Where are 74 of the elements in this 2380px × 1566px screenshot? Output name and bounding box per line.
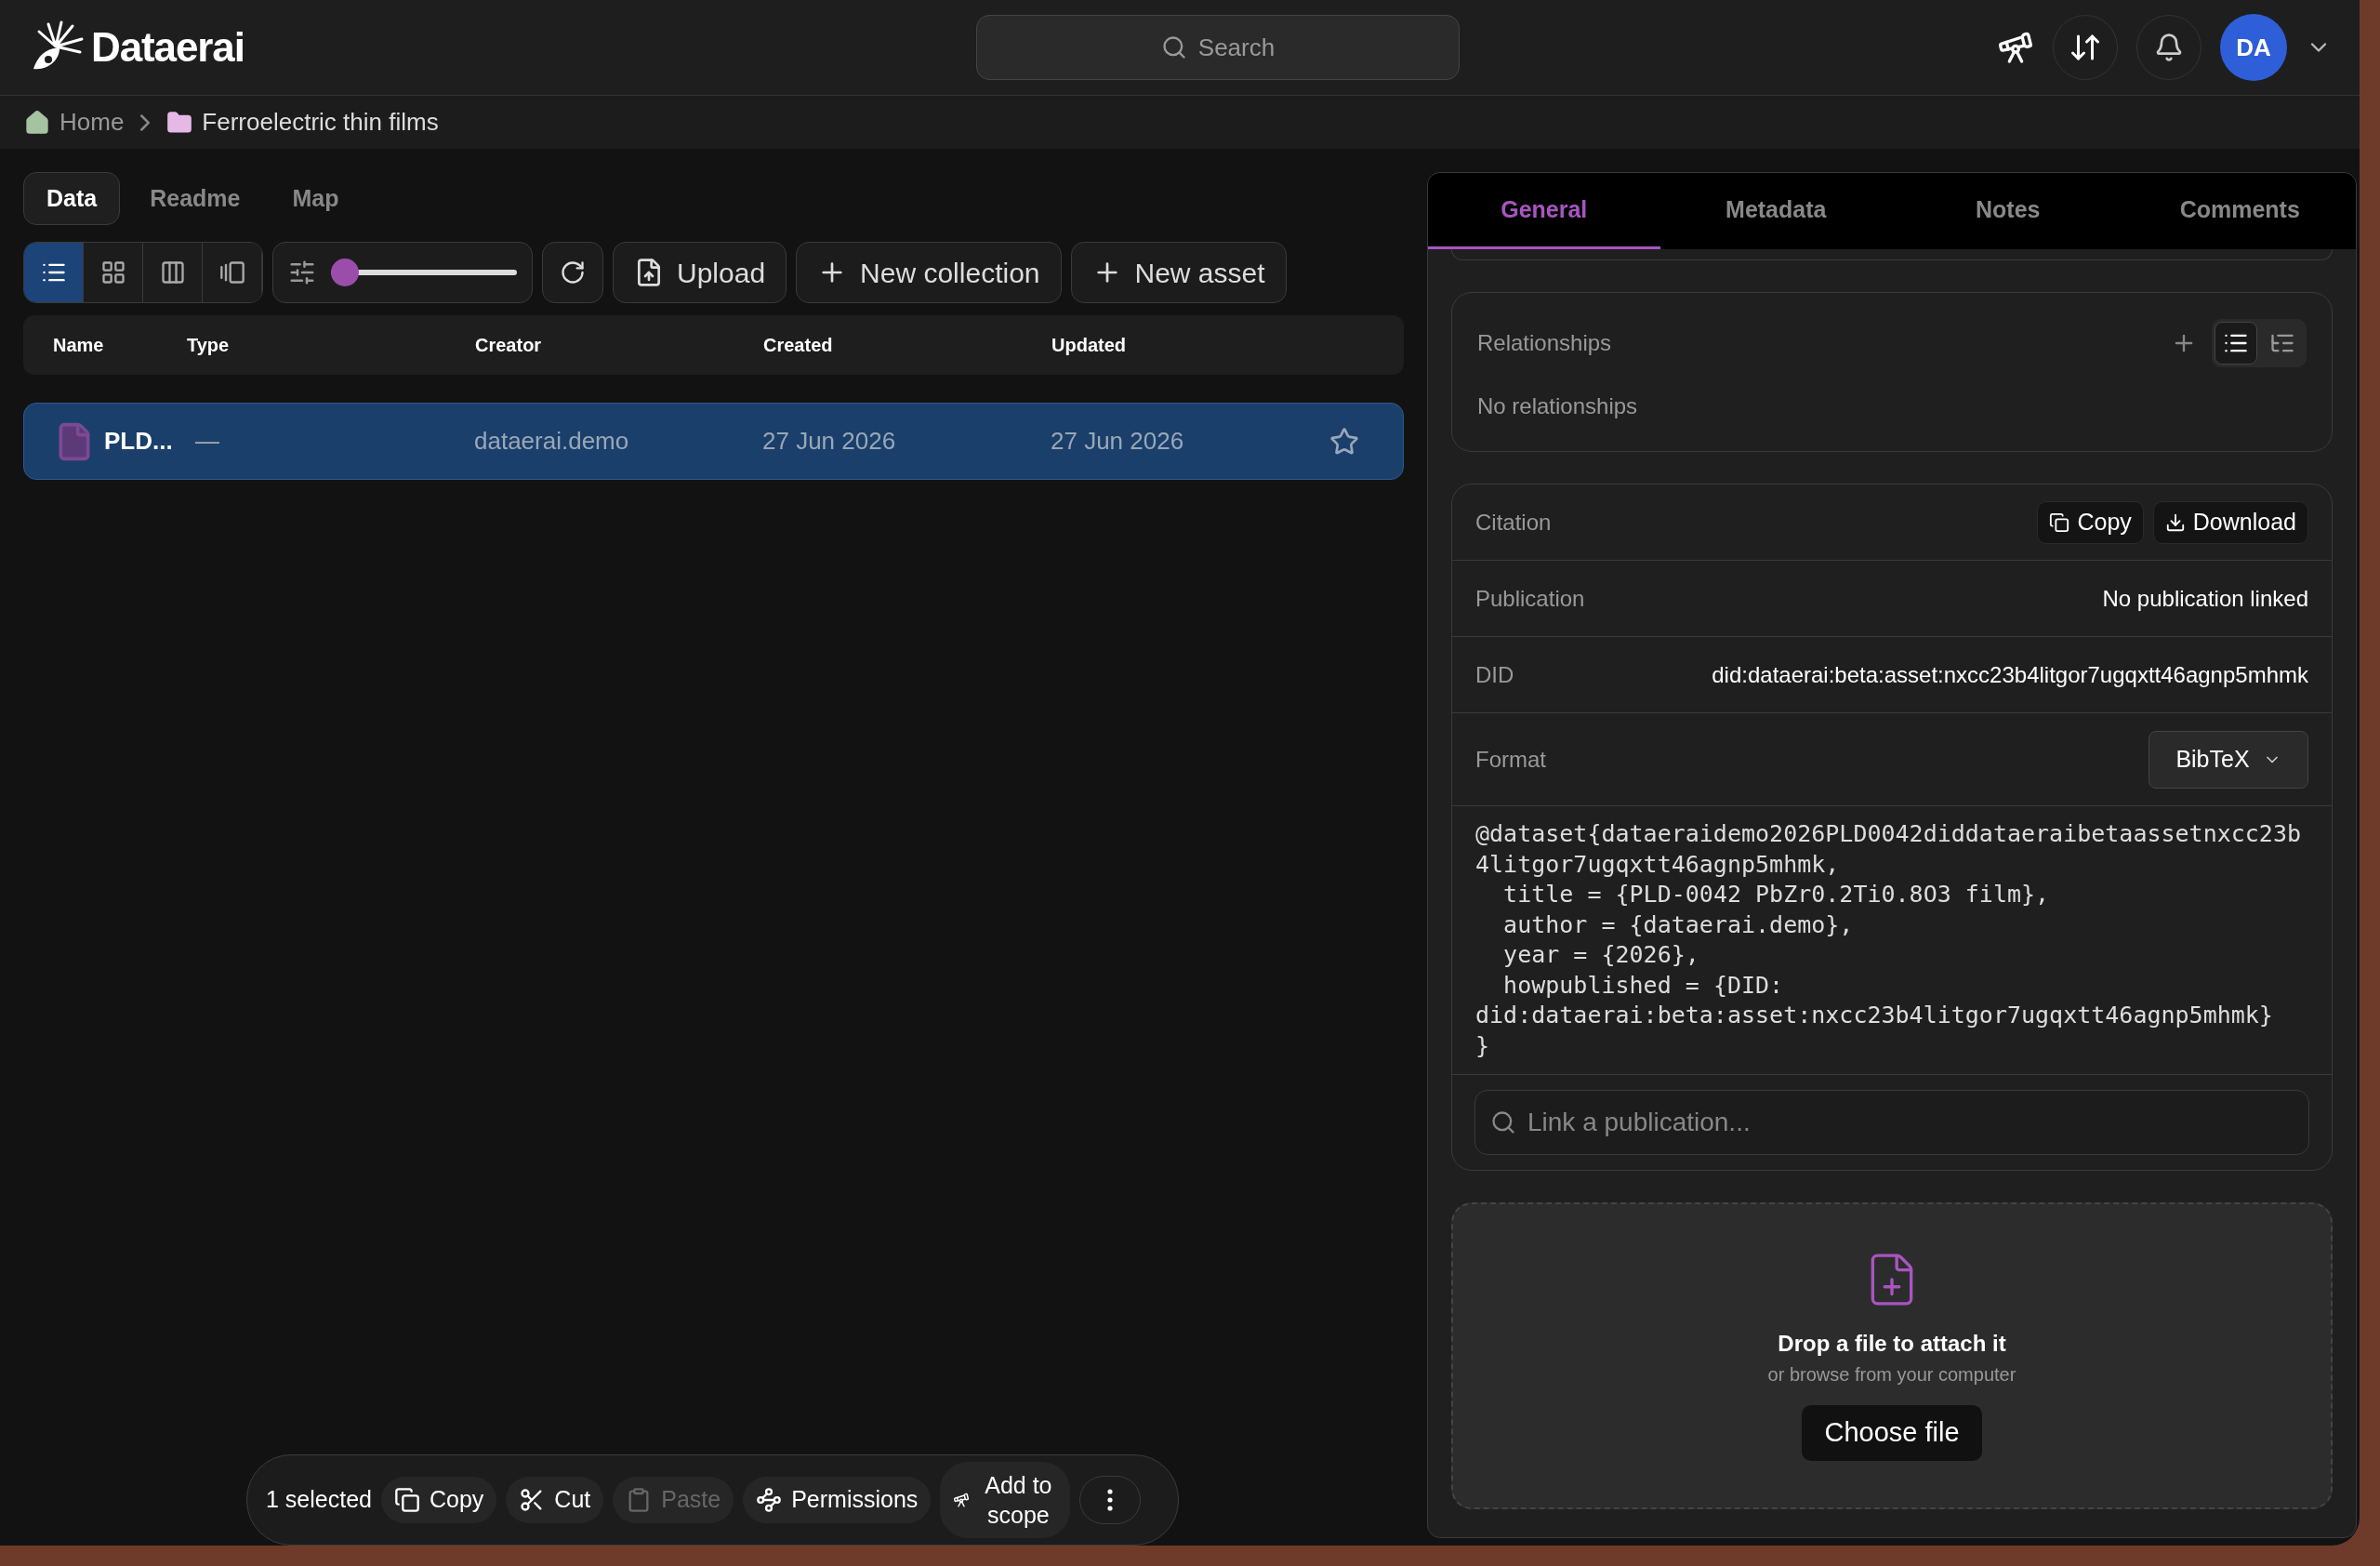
column-header[interactable]: Created (763, 331, 1051, 359)
columns-icon (159, 259, 186, 285)
action-button[interactable]: Permissions (743, 1477, 932, 1523)
gallery-view-button[interactable] (203, 243, 262, 302)
section-title: Relationships (1477, 329, 1612, 357)
bell-icon (2154, 33, 2184, 62)
home-icon (24, 109, 50, 136)
chevron-right-icon (140, 113, 151, 131)
toolbar-button[interactable]: Upload (613, 242, 787, 303)
citation-action-button[interactable]: Copy (2037, 500, 2144, 544)
size-slider[interactable] (331, 259, 517, 286)
telescope-icon (953, 1492, 971, 1508)
column-header[interactable]: Name (23, 331, 187, 359)
view-tab[interactable]: Data (23, 172, 121, 225)
app-logo: Dataerai (91, 23, 245, 72)
bibtex-code: @dataset{dataeraidemo2026PLD0042diddataeraibetaassetnxcc23b4litgor7ugqxtt46agnp5mhmk, title = {PLD-0042 PbZr0.2Ti0.8O3 film}, author = {dataerai.demo}, year = {2026}, howpublished = {DID: did:dataerai:beta:asset:nxcc23b4litgor7ugqxtt46agnp5mhmk} } (1452, 806, 2332, 1075)
gallery-icon (218, 259, 245, 285)
empty-message: No relationships (1477, 392, 1639, 420)
asset-name: PLD... (104, 426, 173, 457)
column-header[interactable]: Type (187, 331, 475, 359)
table-cell-text: 27 Jun 2026 (762, 426, 897, 457)
refresh-button[interactable] (542, 242, 603, 303)
search-icon (1490, 1109, 1516, 1135)
copy-icon (2049, 511, 2070, 533)
table-cell-text: — (195, 426, 220, 457)
sliders-icon (288, 259, 316, 286)
table-cell-text: 27 Jun 2026 (1051, 426, 1185, 457)
action-button[interactable]: Copy (380, 1477, 497, 1523)
list-view-button[interactable] (2215, 322, 2257, 365)
field-value: No publication linked (2102, 584, 2308, 613)
table-row[interactable]: PLD... — dataerai.demo 27 Jun 2026 27 Jun 2026 (23, 403, 1404, 480)
action-button[interactable]: Add to scope (940, 1462, 1071, 1538)
search-field[interactable]: Search (976, 15, 1460, 80)
download-icon (2164, 511, 2186, 533)
search-icon (1160, 34, 1187, 60)
view-tab[interactable]: Map (270, 172, 362, 225)
toolbar-button[interactable]: New collection (796, 242, 1062, 303)
action-button[interactable]: Cut (506, 1477, 604, 1523)
file-dropzone[interactable]: Drop a file to attach it or browse from your computer Choose file (1451, 1202, 2333, 1509)
column-header[interactable]: Creator (475, 331, 763, 359)
dropzone-subtitle: or browse from your computer (1767, 1363, 2016, 1387)
detail-tab[interactable]: Comments (2123, 173, 2356, 249)
field-value: did:dataerai:beta:asset:nxcc23b4litgor7ugqxtt46agnp5mhmk (1712, 660, 2308, 689)
selection-count: 1 selected (266, 1485, 372, 1515)
grid-view-button[interactable] (84, 243, 143, 302)
citation-action-button[interactable]: Download (2152, 500, 2308, 544)
more-icon (1107, 1489, 1114, 1511)
user-avatar[interactable]: DA (2220, 14, 2287, 81)
list-view-button[interactable] (24, 243, 84, 302)
star-icon[interactable] (1329, 426, 1359, 457)
folder-icon (166, 109, 193, 136)
link-publication-field[interactable]: Link a publication... (1474, 1090, 2309, 1155)
network-icon (756, 1487, 783, 1513)
section-title: Citation (1475, 508, 1552, 537)
choose-file-button[interactable]: Choose file (1802, 1405, 1982, 1461)
column-header[interactable]: Updated (1051, 331, 1330, 359)
copy-icon (393, 1487, 420, 1513)
refresh-icon (560, 259, 586, 285)
view-tab[interactable]: Readme (127, 172, 263, 225)
dropzone-title: Drop a file to attach it (1778, 1330, 2006, 1358)
detail-tab[interactable]: Metadata (1659, 173, 1892, 249)
breadcrumb-link[interactable]: Home (60, 104, 125, 140)
breadcrumb-link[interactable]: Ferroelectric thin films (202, 104, 439, 140)
field-label: Format (1475, 745, 1546, 774)
grid-icon (99, 259, 126, 285)
table-cell-text: dataerai.demo (474, 426, 630, 457)
detail-tab[interactable]: Notes (1892, 173, 2124, 249)
detail-tab[interactable]: General (1428, 173, 1660, 249)
toolbar-button[interactable]: New asset (1070, 242, 1287, 303)
columns-view-button[interactable] (143, 243, 203, 302)
slider-thumb[interactable] (331, 259, 359, 286)
format-dropdown[interactable]: BibTeX (2149, 730, 2308, 789)
field-label: DID (1475, 660, 1514, 689)
field-label: Publication (1475, 584, 1585, 613)
